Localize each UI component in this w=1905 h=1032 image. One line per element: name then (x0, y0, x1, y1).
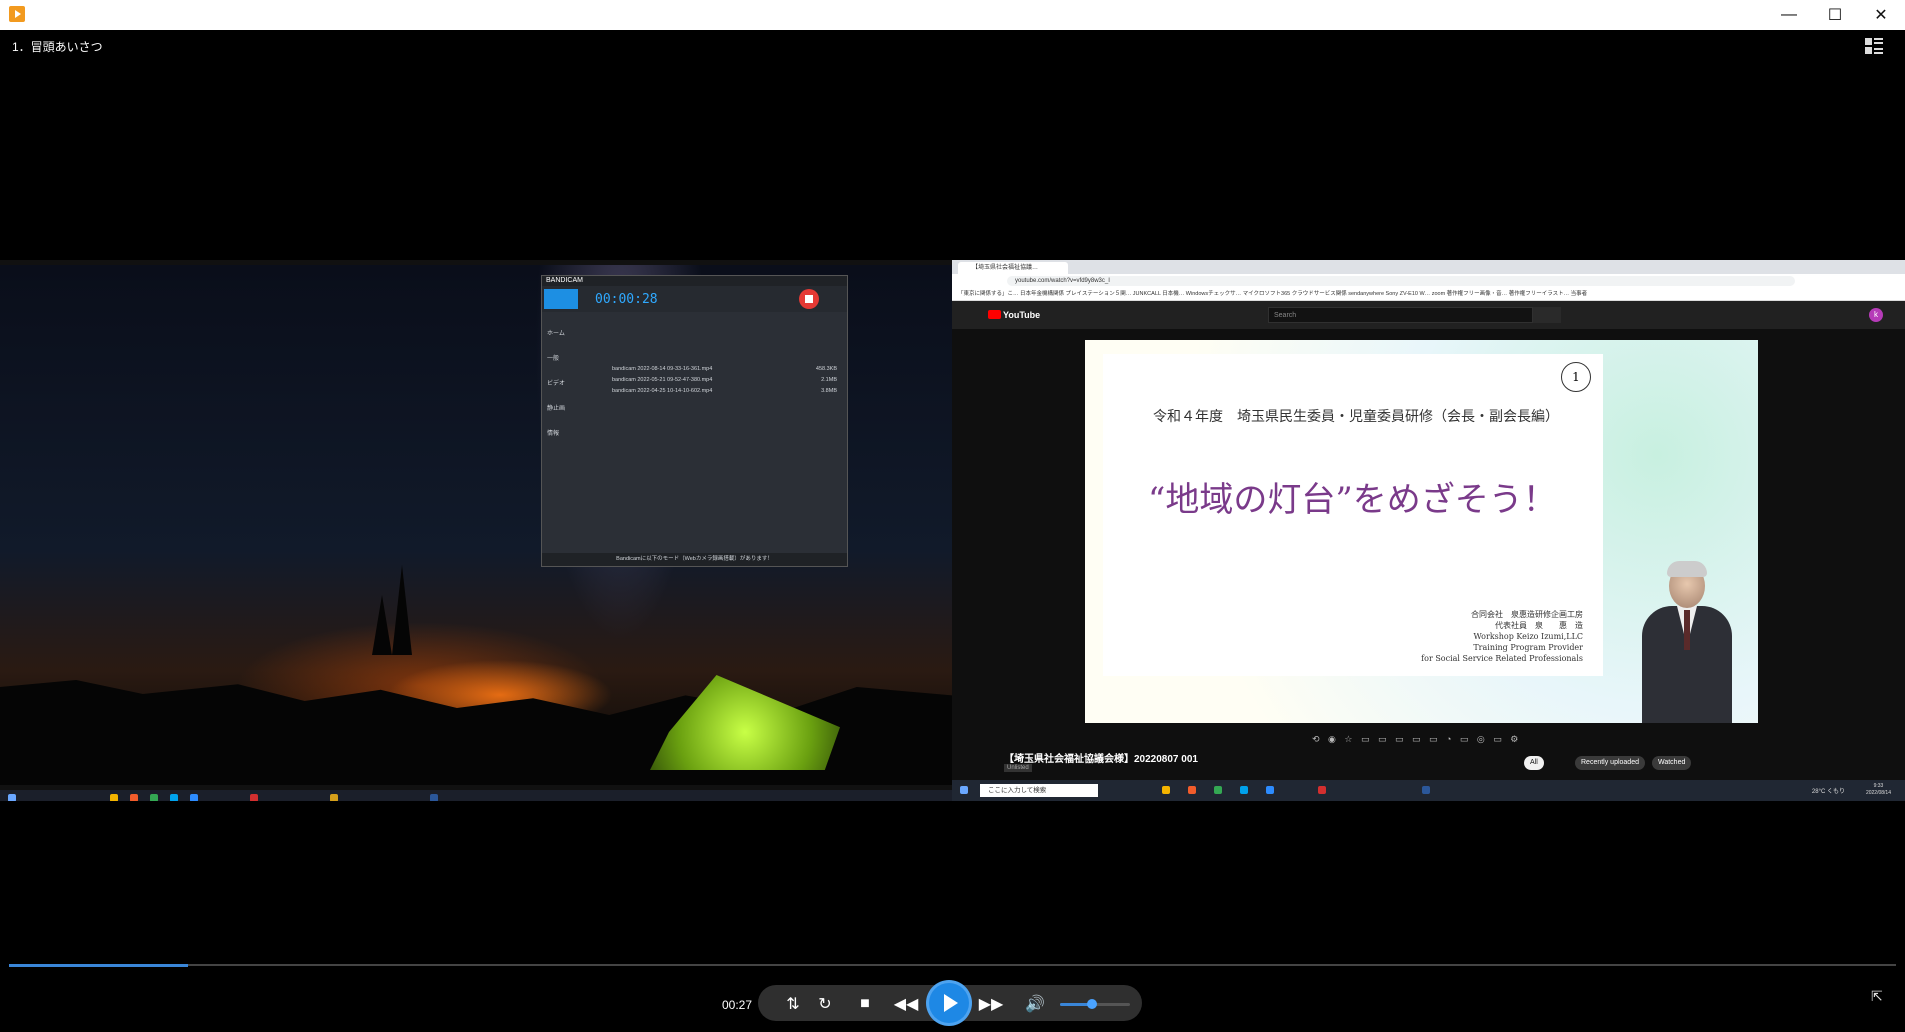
youtube-video-title: 【埼玉県社会福祉協議会様】20220807 001 (1004, 754, 1198, 765)
seek-bar-progress (9, 964, 189, 967)
chip-all[interactable]: All (1524, 756, 1544, 770)
sidebar-item-image[interactable]: 静止画 (547, 403, 603, 428)
play-button[interactable] (929, 983, 969, 1023)
record-time: 00:00:28 (595, 292, 658, 307)
start-icon (960, 786, 968, 794)
minimize-button[interactable]: — (1766, 0, 1812, 30)
volume-icon[interactable]: 🔊 (1024, 993, 1046, 1015)
avatar[interactable]: k (1869, 308, 1883, 322)
sidebar-item-general[interactable]: 一般 (547, 353, 603, 378)
fast-forward-icon[interactable]: ▶▶ (979, 993, 1004, 1015)
browser-tab[interactable]: 【埼玉県社会福祉協議… (958, 262, 1068, 274)
sidebar-item-info[interactable]: 情報 (547, 428, 603, 453)
list-item[interactable]: bandicam 2022-05-21 09-52-47-380.mp4 2.1M… (612, 377, 837, 388)
word-icon (1422, 786, 1430, 794)
chrome-icon (1214, 786, 1222, 794)
youtube-header: YouTube Search k (952, 301, 1905, 329)
youtube-search-input[interactable]: Search (1268, 307, 1533, 323)
firefox-icon (1188, 786, 1196, 794)
folder-icon (110, 794, 118, 801)
ab-repeat-icon[interactable]: ⇅ (782, 993, 804, 1015)
youtube-player[interactable]: 1 令和４年度 埼玉県民生委員・児童委員研修（会長・副会長編） “地域の灯台”を… (1085, 340, 1758, 723)
search-icon[interactable] (1533, 307, 1561, 323)
presenter (1637, 561, 1737, 723)
expand-icon[interactable]: ⇱ (1871, 988, 1887, 1004)
chrome-icon (150, 794, 158, 801)
current-time: 00:27 (722, 998, 753, 1012)
presentation-slide: 1 令和４年度 埼玉県民生委員・児童委員研修（会長・副会長編） “地域の灯台”を… (1103, 354, 1603, 676)
start-icon (8, 794, 16, 801)
slide-number: 1 (1561, 362, 1591, 392)
firefox-icon (130, 794, 138, 801)
close-button[interactable]: ✕ (1858, 0, 1904, 30)
chip-watched[interactable]: Watched (1652, 756, 1692, 770)
app-icon (330, 794, 338, 801)
tent (650, 675, 840, 770)
taskbar-clock: 9:33 2022/08/14 (1865, 783, 1891, 796)
right-taskbar: ここに入力して検索 28°C くもり 9:33 2022/08/14 (952, 780, 1905, 801)
word-icon (430, 794, 438, 801)
chip-recently-uploaded[interactable]: Recently uploaded (1575, 756, 1645, 770)
zoom-icon (190, 794, 198, 801)
left-desktop-screen: BANDICAM 00:00:28 ホーム 一般 ビデオ 静止画 情報 band… (0, 265, 952, 801)
zoom-icon (1266, 786, 1274, 794)
right-desktop-screen: 【埼玉県社会福祉協議… youtube.com/watch?v=vfd9y8w3… (952, 260, 1905, 801)
browser-tabstrip: 【埼玉県社会福祉協議… (952, 260, 1905, 274)
volume-knob[interactable] (1086, 999, 1097, 1009)
maximize-button[interactable]: ☐ (1812, 0, 1858, 30)
browser-toolbar: youtube.com/watch?v=vfd9y8w3c_I (952, 274, 1905, 288)
playlist-icon[interactable] (1865, 38, 1883, 54)
sidebar-item-video[interactable]: ビデオ (547, 378, 603, 403)
record-icon (250, 794, 258, 801)
stop-icon[interactable]: ■ (854, 993, 876, 1015)
screen-mode-button[interactable] (544, 289, 578, 309)
bandicam-toolbar: 00:00:28 (542, 286, 847, 312)
list-item[interactable]: bandicam 2022-04-25 10-14-10-602.mp4 3.8M… (612, 388, 837, 399)
youtube-logo[interactable]: YouTube (988, 310, 1040, 320)
tree (372, 595, 392, 655)
skype-icon (1240, 786, 1248, 794)
tree (392, 565, 412, 655)
rewind-icon[interactable]: ◀◀ (894, 993, 919, 1015)
list-item[interactable]: bandicam 2022-08-14 09-33-16-361.mp4 458.… (612, 366, 837, 377)
address-bar[interactable]: youtube.com/watch?v=vfd9y8w3c_I (1007, 276, 1795, 286)
unlisted-badge: Unlisted (1004, 764, 1032, 772)
player-tools[interactable]: ⟲ ◉ ☆ ▭ ▭ ▭ ▭ ▭ ◔ ▭ ◎ ▭ ⚙ (1312, 734, 1521, 745)
slide-organization: 合同会社 泉惠造研修企画工房 代表社員 泉 惠 造 Workshop Keizo… (1421, 610, 1583, 663)
video-title: 1．冒頭あいさつ (12, 40, 103, 54)
taskbar-search-input[interactable]: ここに入力して検索 (980, 784, 1098, 797)
seek-bar[interactable] (9, 964, 1896, 967)
folder-icon (1162, 786, 1170, 794)
skype-icon (170, 794, 178, 801)
slide-subtitle: 令和４年度 埼玉県民生委員・児童委員研修（会長・副会長編） (1153, 409, 1559, 425)
bookmarks-bar[interactable]: 「東京に関係する」こ… 日本年金機構関係 プレイステーション５関… JUNKCA… (952, 288, 1905, 301)
loop-icon[interactable]: ↻ (814, 993, 836, 1015)
record-stop-button[interactable] (799, 289, 819, 309)
bandicam-window: BANDICAM 00:00:28 ホーム 一般 ビデオ 静止画 情報 band… (541, 275, 848, 567)
sidebar-item-home[interactable]: ホーム (547, 328, 603, 353)
app-icon (9, 6, 25, 22)
bandicam-sidebar: ホーム 一般 ビデオ 静止画 情報 (547, 328, 603, 453)
bandicam-brand: BANDICAM (542, 276, 847, 286)
window-titlebar: — ☐ ✕ (0, 0, 1905, 30)
file-list: bandicam 2022-08-14 09-33-16-361.mp4 458.… (612, 366, 837, 399)
weather-tray: 28°C くもり (1811, 789, 1845, 795)
bandicam-footer: Bandicamに以下のモード（Webカメラ録画搭載）があります！ (542, 553, 847, 566)
left-taskbar (0, 790, 952, 801)
video-frame[interactable]: BANDICAM 00:00:28 ホーム 一般 ビデオ 静止画 情報 band… (0, 260, 1905, 801)
record-icon (1318, 786, 1326, 794)
volume-slider[interactable] (1060, 999, 1130, 1009)
slide-title: “地域の灯台”をめざそう！ (1148, 480, 1557, 520)
